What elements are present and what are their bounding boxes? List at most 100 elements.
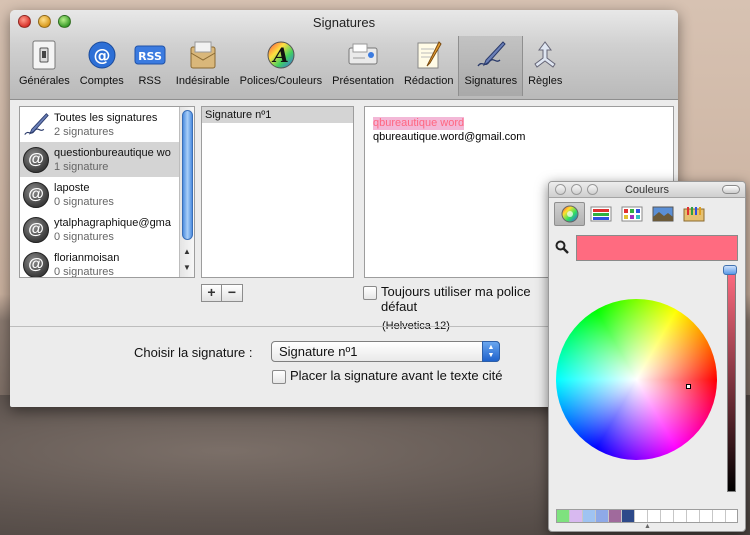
color-wheel[interactable] <box>556 299 717 460</box>
toolbar-label: Présentation <box>332 75 394 87</box>
toolbar-label: Polices/Couleurs <box>239 75 323 87</box>
color-wheel-mode[interactable] <box>554 202 585 226</box>
scroll-up-arrow[interactable]: ▲ <box>180 245 194 259</box>
toolbar-redaction[interactable]: Rédaction <box>399 36 459 96</box>
account-item[interactable]: @ laposte 0 signatures <box>20 177 194 212</box>
svg-text:A: A <box>271 43 289 67</box>
composing-icon <box>413 39 445 71</box>
color-wheel-marker[interactable] <box>686 384 691 389</box>
place-signature-checkbox[interactable] <box>272 369 286 384</box>
rules-icon <box>529 39 561 71</box>
saved-color-swatch[interactable] <box>609 510 622 522</box>
signature-item[interactable]: Signature nº1 <box>202 107 353 123</box>
saved-color-swatch[interactable] <box>570 510 583 522</box>
color-wheel-icon <box>561 205 578 223</box>
crayons-mode[interactable] <box>678 202 709 226</box>
account-text: laposte 0 signatures <box>54 181 182 209</box>
toolbar-polices-couleurs[interactable]: A Polices/Couleurs <box>235 36 328 96</box>
empty-color-swatch[interactable] <box>635 510 648 522</box>
account-text: ytalphagraphique@gma 0 signatures <box>54 216 182 244</box>
signatures-list: Signature nº1 <box>201 106 354 278</box>
scrollbar-thumb[interactable] <box>182 110 193 240</box>
empty-color-swatch[interactable] <box>687 510 700 522</box>
popup-arrows-icon: ▲ ▼ <box>482 341 500 362</box>
rss-icon: RSS <box>134 39 166 71</box>
signature-pen-icon <box>475 39 507 71</box>
account-item[interactable]: @ questionbureautique wo 1 signature <box>20 142 194 177</box>
account-item[interactable]: @ florianmoisan 0 signatures <box>20 247 194 278</box>
account-name: ytalphagraphique@gma <box>54 216 171 229</box>
account-count: 0 signatures <box>54 195 114 208</box>
account-count: 0 signatures <box>54 265 114 278</box>
toolbar-label: Comptes <box>79 75 124 87</box>
account-text: Toutes les signatures 2 signatures <box>54 111 182 139</box>
account-text: florianmoisan 0 signatures <box>54 251 182 278</box>
brightness-slider-knob[interactable] <box>723 265 737 275</box>
empty-color-swatch[interactable] <box>713 510 726 522</box>
color-sliders-mode[interactable] <box>585 202 616 226</box>
remove-signature-button[interactable]: − <box>222 284 243 302</box>
empty-color-swatch[interactable] <box>700 510 713 522</box>
choose-signature-label: Choisir la signature : <box>134 345 253 360</box>
empty-color-swatch[interactable] <box>661 510 674 522</box>
magnifier-icon[interactable] <box>555 240 569 257</box>
place-signature-option: Placer la signature avant le texte cité <box>272 368 502 384</box>
font-option-checkbox[interactable] <box>363 286 377 300</box>
account-name: florianmoisan <box>54 251 120 264</box>
toolbar-label: RSS <box>138 75 162 87</box>
add-signature-button[interactable]: + <box>201 284 222 302</box>
toolbar-regles[interactable]: Règles <box>523 36 567 96</box>
toolbar-indesirable[interactable]: Indésirable <box>171 36 235 96</box>
scroll-down-arrow[interactable]: ▼ <box>180 261 194 275</box>
account-count: 1 signature <box>54 160 109 173</box>
viewing-icon <box>347 39 379 71</box>
title-bar: Signatures Générales @ Comptes RSS RSS I… <box>10 10 678 100</box>
preferences-toolbar: Générales @ Comptes RSS RSS Indésirable <box>14 36 678 96</box>
account-name: Toutes les signatures <box>54 111 158 124</box>
choose-signature-popup[interactable]: Signature nº1 ▲ ▼ <box>271 341 500 362</box>
saved-color-swatch[interactable] <box>557 510 570 522</box>
color-palettes-icon <box>621 206 642 222</box>
toolbar-label: Règles <box>528 75 563 87</box>
saved-colors-palette <box>556 509 738 523</box>
account-count: 2 signatures <box>54 125 114 138</box>
crayons-icon <box>683 207 704 222</box>
colors-panel: Couleurs ▲ <box>548 181 746 532</box>
signature-text-line: qbureautique.word@gmail.com <box>373 131 526 143</box>
current-color-swatch[interactable] <box>576 235 738 261</box>
mail-account-icon: @ <box>23 216 49 243</box>
image-palettes-mode[interactable] <box>647 202 678 226</box>
mail-account-icon: @ <box>23 181 49 208</box>
toolbar-presentation[interactable]: Présentation <box>327 36 399 96</box>
brightness-slider[interactable] <box>727 270 736 492</box>
saved-color-swatch[interactable] <box>622 510 635 522</box>
saved-color-swatch[interactable] <box>583 510 596 522</box>
color-mode-bar <box>554 202 709 226</box>
account-name: questionbureautique wo <box>54 146 171 159</box>
junk-icon <box>187 39 219 71</box>
accounts-scrollbar[interactable]: ▲ ▼ <box>179 107 194 277</box>
account-item[interactable]: @ ytalphagraphique@gma 0 signatures <box>20 212 194 247</box>
font-option-label: Toujours utiliser ma police défaut <box>381 284 531 314</box>
toolbar-label: Rédaction <box>403 75 454 87</box>
add-remove-buttons: + − <box>201 284 243 302</box>
svg-text:@: @ <box>93 46 110 66</box>
accounts-list: Toutes les signatures 2 signatures @ que… <box>19 106 195 278</box>
saved-color-swatch[interactable] <box>596 510 609 522</box>
toolbar-generales[interactable]: Générales <box>14 36 75 96</box>
account-item[interactable]: Toutes les signatures 2 signatures <box>20 107 194 142</box>
mail-account-icon: @ <box>23 146 49 173</box>
colors-title: Couleurs <box>624 184 670 196</box>
colors-title-bar: Couleurs <box>549 182 745 198</box>
toolbar-comptes[interactable]: @ Comptes <box>75 36 129 96</box>
palette-grip-icon[interactable]: ▲ <box>644 523 651 530</box>
empty-color-swatch[interactable] <box>674 510 687 522</box>
toolbar-signatures[interactable]: Signatures <box>458 36 524 96</box>
svg-text:RSS: RSS <box>138 50 162 63</box>
toolbar-label: Signatures <box>464 75 518 87</box>
color-palettes-mode[interactable] <box>616 202 647 226</box>
empty-color-swatch[interactable] <box>648 510 661 522</box>
color-sliders-icon <box>590 206 611 222</box>
toolbar-toggle-button[interactable] <box>722 185 740 194</box>
toolbar-rss[interactable]: RSS RSS <box>129 36 171 96</box>
